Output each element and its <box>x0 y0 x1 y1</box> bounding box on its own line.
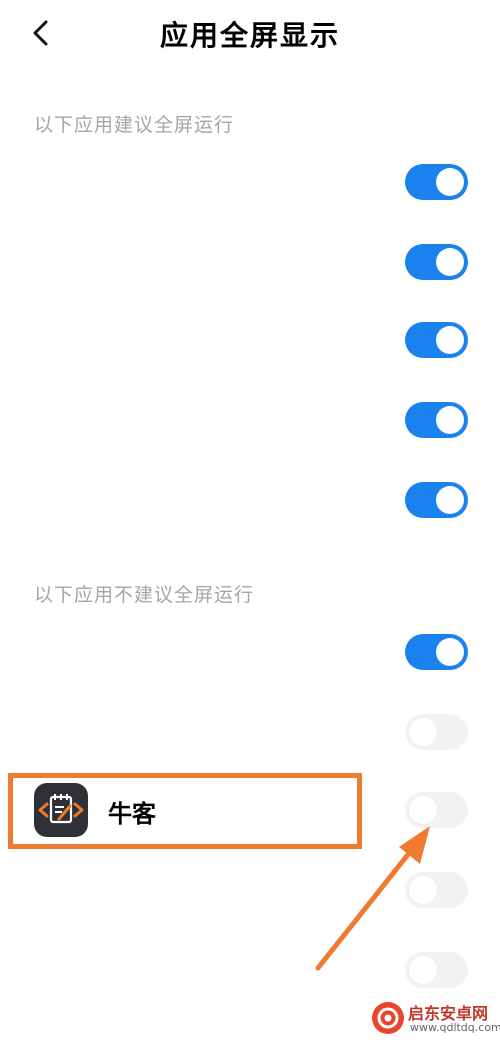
watermark-logo-icon <box>372 1002 404 1034</box>
toggle-knob <box>436 248 464 276</box>
toggle-knob <box>409 956 437 984</box>
app-row <box>0 934 500 1006</box>
app-row <box>0 464 500 536</box>
header: 应用全屏显示 <box>0 0 500 70</box>
toggle-knob <box>436 486 464 514</box>
fullscreen-toggle[interactable] <box>405 402 468 438</box>
toggle-knob <box>409 796 437 824</box>
app-row <box>0 146 500 218</box>
fullscreen-toggle-niuke[interactable] <box>405 792 468 828</box>
fullscreen-toggle[interactable] <box>405 634 468 670</box>
fullscreen-toggle[interactable] <box>405 872 468 908</box>
notebook-code-icon <box>34 783 88 837</box>
fullscreen-toggle[interactable] <box>405 164 468 200</box>
app-row <box>0 616 500 688</box>
app-name: 牛客 <box>108 800 156 828</box>
watermark-url: www.qdltdq.com <box>410 1021 500 1034</box>
toggle-knob <box>436 406 464 434</box>
fullscreen-toggle[interactable] <box>405 952 468 988</box>
watermark: 启东安卓网 www.qdltdq.com <box>370 998 500 1038</box>
fullscreen-toggle[interactable] <box>405 714 468 750</box>
app-row-niuke: 牛客 <box>0 774 500 846</box>
toggle-knob <box>409 718 437 746</box>
toggle-knob <box>436 638 464 666</box>
fullscreen-toggle[interactable] <box>405 482 468 518</box>
app-row <box>0 384 500 456</box>
fullscreen-toggle[interactable] <box>405 322 468 358</box>
app-row <box>0 696 500 768</box>
section-label-not-recommended: 以下应用不建议全屏运行 <box>34 584 255 606</box>
app-row <box>0 304 500 376</box>
section-label-recommended: 以下应用建议全屏运行 <box>34 114 235 136</box>
toggle-knob <box>409 876 437 904</box>
fullscreen-toggle[interactable] <box>405 244 468 280</box>
page-title: 应用全屏显示 <box>159 19 340 52</box>
app-row <box>0 226 500 298</box>
app-row <box>0 854 500 926</box>
toggle-knob <box>436 326 464 354</box>
toggle-knob <box>436 168 464 196</box>
